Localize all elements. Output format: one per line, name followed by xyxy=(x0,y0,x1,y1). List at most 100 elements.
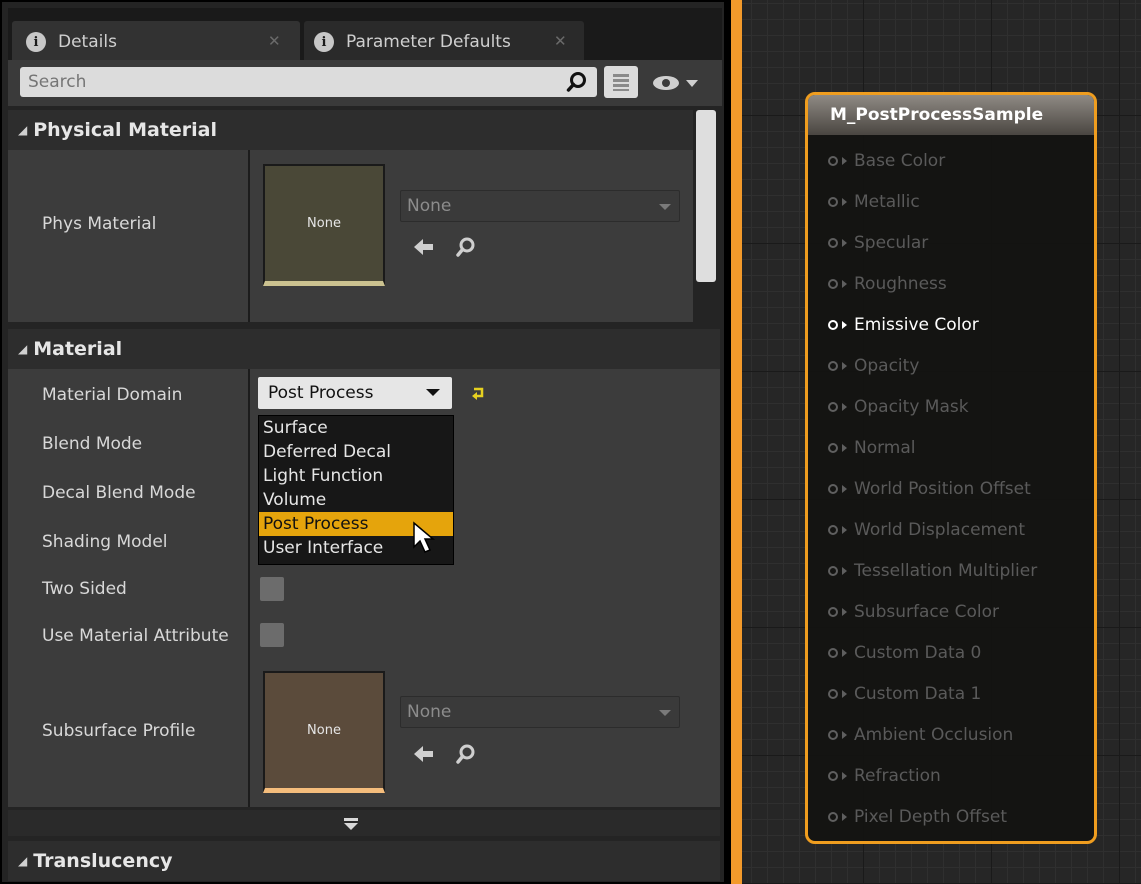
pin-arrow-icon xyxy=(842,566,847,575)
collapse-triangle-icon[interactable]: ◢ xyxy=(18,342,27,356)
pin-circle-icon[interactable] xyxy=(828,401,838,412)
pin-arrow-icon xyxy=(842,607,847,616)
combo-value: Post Process xyxy=(268,383,374,403)
pin-arrow-icon xyxy=(842,771,847,780)
close-icon[interactable]: ✕ xyxy=(554,32,567,50)
node-pin[interactable]: Metallic xyxy=(808,181,1094,222)
two-sided-checkbox[interactable] xyxy=(260,577,284,601)
expand-advanced-icon xyxy=(344,818,358,830)
pin-arrow-icon xyxy=(842,689,847,698)
dropdown-option[interactable]: Light Function xyxy=(259,464,453,488)
material-domain-label: Material Domain xyxy=(42,385,183,405)
pin-circle-icon[interactable] xyxy=(828,811,838,822)
eye-icon[interactable] xyxy=(650,72,706,94)
use-material-attributes-checkbox[interactable] xyxy=(260,623,284,647)
tab-parameter-defaults[interactable]: i Parameter Defaults ✕ xyxy=(304,21,584,63)
category-title: Material xyxy=(33,338,123,360)
collapse-triangle-icon[interactable]: ◢ xyxy=(18,854,27,868)
dropdown-arrow-icon xyxy=(426,389,440,396)
tab-bar: i Details ✕ i Parameter Defaults ✕ xyxy=(8,8,722,63)
dropdown-option[interactable]: Deferred Decal xyxy=(259,440,453,464)
pin-arrow-icon xyxy=(842,730,847,739)
scrollbar-thumb[interactable] xyxy=(696,110,716,282)
dropdown-option[interactable]: Surface xyxy=(259,416,453,440)
category-physical-material[interactable]: ◢ Physical Material xyxy=(8,110,693,150)
column-divider xyxy=(248,369,250,807)
search-box[interactable] xyxy=(20,67,597,97)
tab-details[interactable]: i Details ✕ xyxy=(12,21,300,63)
shading-model-label: Shading Model xyxy=(42,532,168,552)
pin-arrow-icon xyxy=(842,648,847,657)
node-pin[interactable]: Pixel Depth Offset xyxy=(808,796,1094,837)
search-icon[interactable] xyxy=(566,71,588,93)
node-pin[interactable]: Specular xyxy=(808,222,1094,263)
advanced-expander[interactable] xyxy=(8,810,720,836)
pin-circle-icon[interactable] xyxy=(828,606,838,617)
node-pin[interactable]: Tessellation Multiplier xyxy=(808,550,1094,591)
node-pin[interactable]: Subsurface Color xyxy=(808,591,1094,632)
pin-circle-icon[interactable] xyxy=(828,729,838,740)
search-input[interactable] xyxy=(20,71,550,93)
node-pin[interactable]: World Displacement xyxy=(808,509,1094,550)
close-icon[interactable]: ✕ xyxy=(268,32,281,50)
collapse-triangle-icon[interactable]: ◢ xyxy=(18,123,27,137)
thumbnail-text: None xyxy=(307,723,341,738)
phys-material-thumbnail[interactable]: None xyxy=(263,164,385,286)
pin-circle-icon[interactable] xyxy=(828,442,838,453)
pin-arrow-icon xyxy=(842,238,847,247)
blend-mode-label: Blend Mode xyxy=(42,434,143,454)
subsurface-profile-thumbnail[interactable]: None xyxy=(263,671,385,793)
pin-arrow-icon xyxy=(842,812,847,821)
use-selected-arrow-icon[interactable] xyxy=(412,743,436,765)
thumbnail-text: None xyxy=(307,216,341,231)
panel-splitter[interactable] xyxy=(731,0,742,884)
category-translucency[interactable]: ◢ Translucency xyxy=(8,841,720,881)
node-pin[interactable]: Custom Data 1 xyxy=(808,673,1094,714)
pin-circle-icon[interactable] xyxy=(828,647,838,658)
pin-circle-icon[interactable] xyxy=(828,524,838,535)
combo-value: None xyxy=(407,702,452,722)
category-material[interactable]: ◢ Material xyxy=(8,329,720,369)
dropdown-option[interactable]: Volume xyxy=(259,488,453,512)
pin-arrow-icon xyxy=(842,320,847,329)
node-pin[interactable]: Refraction xyxy=(808,755,1094,796)
reset-to-default-icon[interactable] xyxy=(470,385,488,401)
pin-arrow-icon xyxy=(842,402,847,411)
use-selected-arrow-icon[interactable] xyxy=(412,236,436,258)
node-pin[interactable]: Base Color xyxy=(808,140,1094,181)
node-pin-emissive-color[interactable]: Emissive Color xyxy=(808,304,1094,345)
node-pin[interactable]: Opacity xyxy=(808,345,1094,386)
pin-circle-icon[interactable] xyxy=(828,688,838,699)
physical-material-body: Phys Material None None xyxy=(8,150,693,322)
node-title: M_PostProcessSample xyxy=(808,95,1094,135)
subsurface-profile-combo[interactable]: None xyxy=(400,696,680,728)
pin-circle-icon[interactable] xyxy=(828,278,838,289)
pin-arrow-icon xyxy=(842,279,847,288)
material-result-node[interactable]: M_PostProcessSample Base Color Metallic … xyxy=(805,92,1097,844)
pin-arrow-icon xyxy=(842,443,847,452)
phys-material-combo[interactable]: None xyxy=(400,190,680,222)
browse-search-icon[interactable] xyxy=(454,235,478,259)
phys-material-label: Phys Material xyxy=(42,214,157,234)
node-pin[interactable]: Opacity Mask xyxy=(808,386,1094,427)
material-domain-combo[interactable]: Post Process xyxy=(258,377,452,409)
node-pin[interactable]: Roughness xyxy=(808,263,1094,304)
pin-circle-icon[interactable] xyxy=(828,196,838,207)
pin-arrow-icon xyxy=(842,361,847,370)
node-pin[interactable]: Normal xyxy=(808,427,1094,468)
view-options-grid-icon[interactable] xyxy=(604,66,638,98)
node-pin[interactable]: Custom Data 0 xyxy=(808,632,1094,673)
node-pin[interactable]: Ambient Occlusion xyxy=(808,714,1094,755)
browse-search-icon[interactable] xyxy=(454,742,478,766)
pin-circle-icon[interactable] xyxy=(828,155,838,166)
pin-circle-icon[interactable] xyxy=(828,237,838,248)
material-body: Material Domain Blend Mode Decal Blend M… xyxy=(8,369,720,807)
pin-circle-icon[interactable] xyxy=(828,483,838,494)
pin-circle-icon[interactable] xyxy=(828,565,838,576)
pin-circle-icon[interactable] xyxy=(828,770,838,781)
pin-circle-icon[interactable] xyxy=(828,319,838,330)
node-pin[interactable]: World Position Offset xyxy=(808,468,1094,509)
pin-circle-icon[interactable] xyxy=(828,360,838,371)
combo-value: None xyxy=(407,196,452,216)
info-icon: i xyxy=(314,32,334,52)
